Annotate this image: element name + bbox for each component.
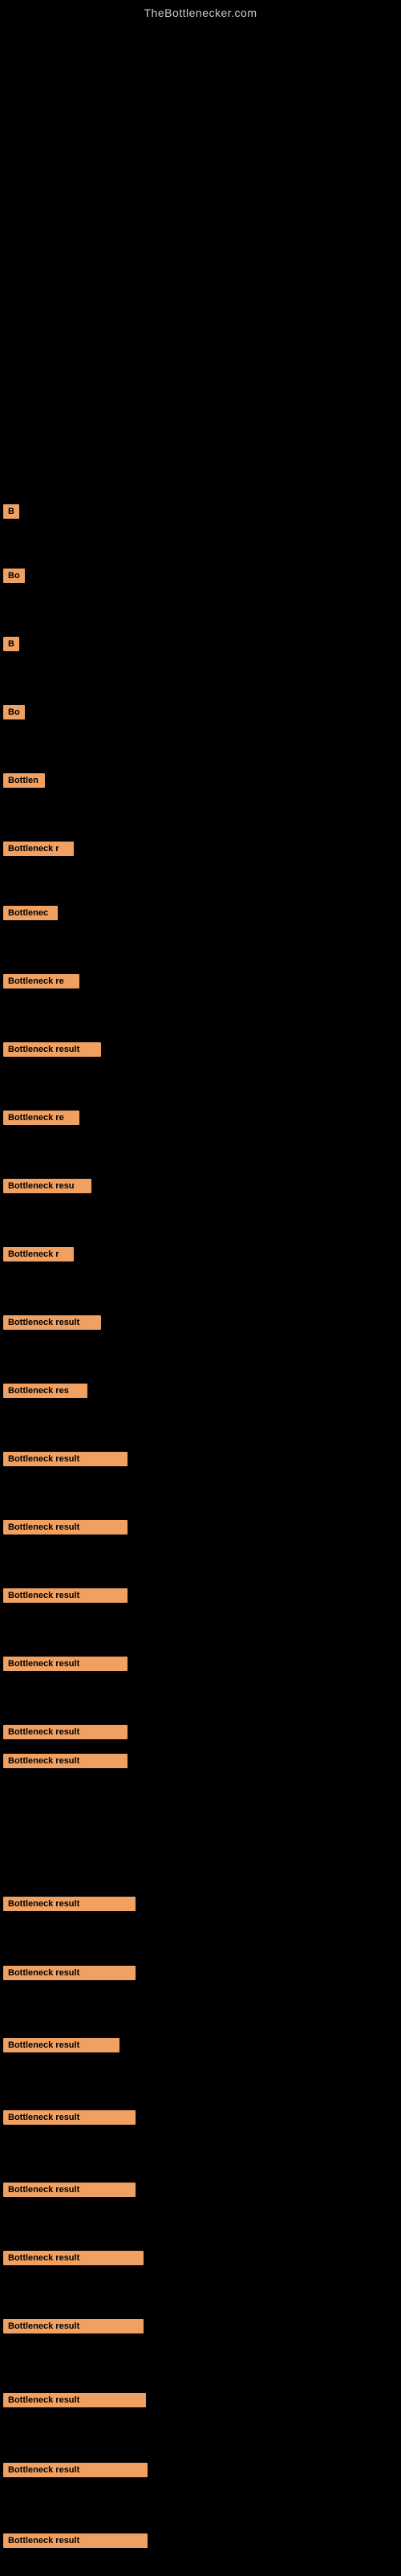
result-bar-28: Bottleneck result: [3, 2393, 146, 2407]
result-bar-15: Bottleneck result: [3, 1452, 128, 1466]
result-bar-11: Bottleneck resu: [3, 1179, 91, 1193]
result-bar-30: Bottleneck result: [3, 2533, 148, 2548]
result-bar-23: Bottleneck result: [3, 2038, 119, 2052]
result-bar-21: Bottleneck result: [3, 1897, 136, 1911]
result-bar-20: Bottleneck result: [3, 1754, 128, 1768]
result-bar-18: Bottleneck result: [3, 1657, 128, 1671]
result-bar-3: B: [3, 637, 19, 651]
result-bar-9: Bottleneck result: [3, 1042, 101, 1057]
result-bar-17: Bottleneck result: [3, 1588, 128, 1603]
result-bar-12: Bottleneck r: [3, 1247, 74, 1262]
result-bar-4: Bo: [3, 705, 25, 719]
result-bar-6: Bottleneck r: [3, 842, 74, 856]
result-bar-10: Bottleneck re: [3, 1111, 79, 1125]
result-bar-5: Bottlen: [3, 773, 45, 788]
result-bar-7: Bottlenec: [3, 906, 58, 920]
site-title: TheBottlenecker.com: [0, 0, 401, 22]
result-bar-26: Bottleneck result: [3, 2251, 144, 2265]
result-bar-16: Bottleneck result: [3, 1520, 128, 1535]
result-bar-25: Bottleneck result: [3, 2183, 136, 2197]
result-bar-27: Bottleneck result: [3, 2319, 144, 2333]
result-bar-22: Bottleneck result: [3, 1966, 136, 1980]
result-bar-8: Bottleneck re: [3, 974, 79, 988]
result-bar-19: Bottleneck result: [3, 1725, 128, 1739]
result-bar-2: Bo: [3, 569, 25, 583]
result-bar-29: Bottleneck result: [3, 2463, 148, 2477]
result-bar-24: Bottleneck result: [3, 2110, 136, 2125]
result-bar-1: B: [3, 504, 19, 519]
result-bar-13: Bottleneck result: [3, 1315, 101, 1330]
result-bar-14: Bottleneck res: [3, 1384, 87, 1398]
